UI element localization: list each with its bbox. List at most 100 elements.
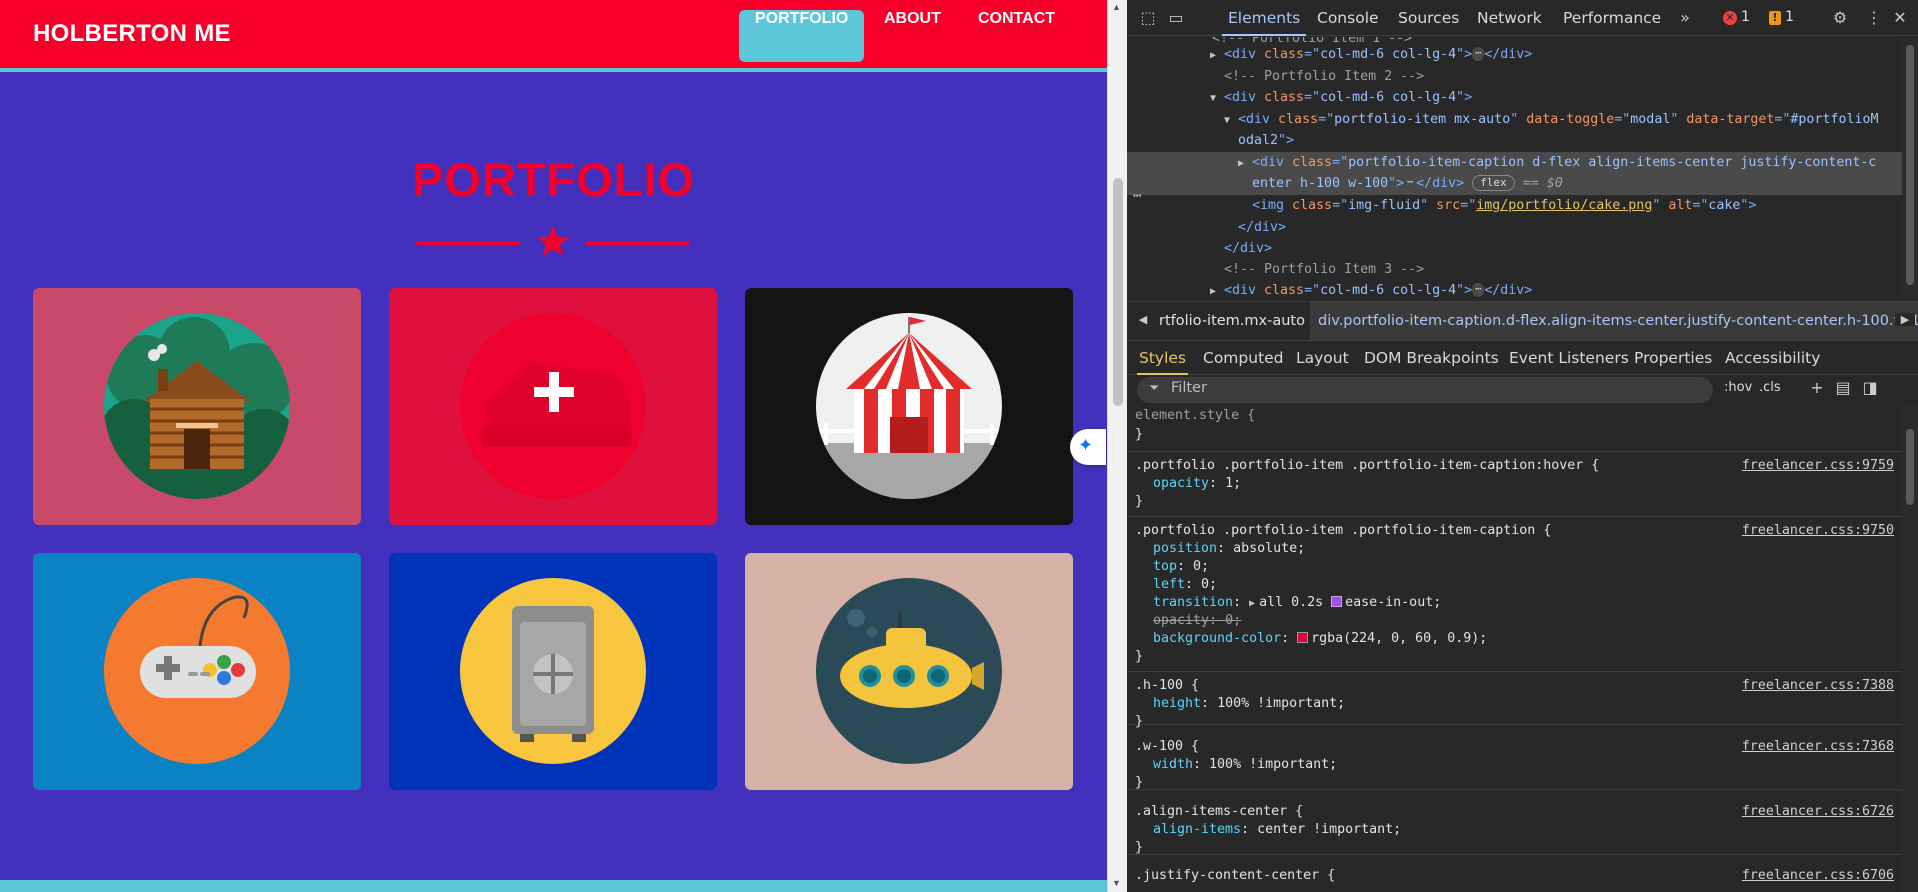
tab-network[interactable]: Network	[1477, 0, 1542, 36]
close-icon[interactable]: ✕	[1889, 8, 1911, 28]
warning-count: 1	[1785, 9, 1794, 25]
ai-assistant-bubble[interactable]: ✦	[1070, 429, 1106, 465]
style-rule-align-items: .align-items-center { freelancer.css:672…	[1127, 803, 1902, 855]
portfolio-item-circus[interactable]	[745, 288, 1073, 525]
paint-brush-icon[interactable]: ▤	[1832, 378, 1854, 400]
easing-swatch[interactable]	[1331, 595, 1343, 607]
more-tabs-icon[interactable]: »	[1674, 8, 1696, 28]
style-rule-caption: .portfolio .portfolio-item .portfolio-it…	[1127, 518, 1902, 672]
inspect-element-icon[interactable]: ⬚	[1137, 8, 1159, 28]
dom-line-selected-wrap[interactable]: enter h-100 w-100"> ⋯ </div> flex == $0	[1127, 173, 1902, 195]
footer-strip	[0, 880, 1107, 892]
rule-source-link[interactable]: freelancer.css:7368	[1742, 738, 1894, 756]
filter-icon: ⏷	[1149, 381, 1160, 396]
rule-selector[interactable]: .w-100 {	[1135, 739, 1199, 754]
safe-image	[460, 578, 646, 764]
portfolio-item-game[interactable]	[33, 553, 361, 790]
dom-line[interactable]: <img class="img-fluid" src="img/portfoli…	[1127, 195, 1902, 217]
flex-badge[interactable]: flex	[1472, 175, 1515, 191]
portfolio-item-submarine[interactable]	[745, 553, 1073, 790]
warning-badge[interactable]: ! 1	[1769, 9, 1794, 25]
portfolio-item-safe[interactable]	[389, 553, 717, 790]
error-badge[interactable]: ✕ 1	[1723, 9, 1750, 25]
breadcrumb-left-icon[interactable]: ◀	[1133, 313, 1153, 326]
device-toolbar-icon[interactable]: ▭	[1165, 8, 1187, 28]
rule-selector[interactable]: element.style {	[1135, 408, 1255, 423]
dom-line[interactable]: <!-- Portfolio Item 3 -->	[1127, 259, 1902, 281]
circus-image	[816, 313, 1002, 499]
tab-performance[interactable]: Performance	[1563, 0, 1661, 36]
breadcrumb-item[interactable]: rtfolio-item.mx-auto	[1159, 313, 1305, 329]
rule-source-link[interactable]: freelancer.css:7388	[1742, 677, 1894, 695]
tab-styles[interactable]: Styles	[1136, 341, 1189, 375]
tab-console[interactable]: Console	[1317, 0, 1379, 36]
dom-line[interactable]: </div>	[1127, 238, 1902, 260]
portfolio-item-cake[interactable]	[389, 288, 717, 525]
page-scroll-thumb[interactable]	[1113, 178, 1123, 406]
dom-line-selected[interactable]: ▶ <div class="portfolio-item-caption d-fl…	[1127, 152, 1902, 174]
tab-layout[interactable]: Layout	[1296, 341, 1349, 375]
section-title: PORTFOLIO	[411, 153, 696, 206]
web-page: HOLBERTON ME PORTFOLIO ABOUT CONTACT POR…	[0, 0, 1107, 892]
style-rule-hover: .portfolio .portfolio-item .portfolio-it…	[1127, 453, 1902, 517]
scroll-up-icon[interactable]: ▲	[1112, 2, 1121, 12]
cake-image	[460, 313, 646, 499]
brand-logo[interactable]: HOLBERTON ME	[33, 20, 231, 48]
filter-placeholder: Filter	[1171, 380, 1207, 396]
breadcrumb-item-selected[interactable]: div.portfolio-item-caption.d-flex.align-…	[1310, 302, 1918, 340]
breadcrumb-right-icon[interactable]: ▶	[1895, 313, 1915, 326]
gear-icon[interactable]: ⚙	[1829, 8, 1851, 28]
style-rule-element: element.style { }	[1127, 405, 1902, 452]
error-count: 1	[1741, 9, 1750, 25]
style-rule-h100: .h-100 { freelancer.css:7388 height: 100…	[1127, 673, 1902, 729]
scroll-down-icon[interactable]: ▼	[1112, 878, 1121, 888]
rule-selector[interactable]: .h-100 {	[1135, 678, 1199, 693]
rule-source-link[interactable]: freelancer.css:9759	[1742, 457, 1894, 475]
dom-line[interactable]: ▼ <div class="portfolio-item mx-auto" dat…	[1127, 109, 1902, 131]
styles-tabs: Styles Computed Layout DOM Breakpoints E…	[1127, 341, 1918, 375]
nav-about[interactable]: ABOUT	[868, 10, 957, 62]
dom-line[interactable]: ▼ <div class="col-md-6 col-lg-4">	[1127, 87, 1902, 109]
hov-toggle[interactable]: :hov	[1724, 380, 1752, 395]
dom-line[interactable]: ▶ <div class="col-md-6 col-lg-4"> ⋯ </div>	[1127, 44, 1902, 66]
tab-dom-breakpoints[interactable]: DOM Breakpoints	[1364, 341, 1499, 375]
star-icon	[537, 226, 569, 256]
page-scrollbar[interactable]: ▲ ▼	[1107, 0, 1127, 892]
warning-icon: !	[1769, 11, 1781, 25]
tab-event-listeners[interactable]: Event Listeners	[1509, 341, 1629, 375]
portfolio-item-cabin[interactable]	[33, 288, 361, 525]
tab-accessibility[interactable]: Accessibility	[1725, 341, 1820, 375]
devtools-panel: ⬚ ▭ Elements Console Sources Network Per…	[1127, 0, 1918, 892]
color-swatch[interactable]	[1297, 631, 1309, 643]
dom-line[interactable]: </div>	[1127, 217, 1902, 239]
rule-selector[interactable]: .justify-content-center {	[1135, 868, 1335, 883]
dom-line[interactable]: ▶ <div class="col-md-6 col-lg-4"> ⋯ </div>	[1127, 280, 1902, 301]
rule-source-link[interactable]: freelancer.css:6706	[1742, 867, 1894, 885]
styles-pane: element.style { } .portfolio .portfolio-…	[1127, 405, 1902, 892]
rule-selector[interactable]: .portfolio .portfolio-item .portfolio-it…	[1135, 458, 1599, 473]
cls-toggle[interactable]: .cls	[1759, 380, 1781, 395]
node-actions-icon[interactable]: ⋯	[1133, 188, 1141, 204]
dom-scrollbar[interactable]	[1902, 37, 1918, 301]
rule-selector[interactable]: .portfolio .portfolio-item .portfolio-it…	[1135, 523, 1551, 538]
styles-scrollbar[interactable]	[1902, 405, 1918, 892]
rule-source-link[interactable]: freelancer.css:9750	[1742, 522, 1894, 540]
kebab-menu-icon[interactable]: ⋮	[1863, 8, 1885, 28]
toggle-sidebar-icon[interactable]: ◨	[1859, 378, 1881, 400]
tab-elements[interactable]: Elements	[1221, 0, 1307, 36]
nav-contact[interactable]: CONTACT	[962, 10, 1071, 62]
tab-sources[interactable]: Sources	[1398, 0, 1459, 36]
nav-portfolio[interactable]: PORTFOLIO	[739, 10, 865, 62]
sparkle-icon: ✦	[1078, 435, 1094, 455]
dom-line: odal2">	[1238, 133, 1295, 148]
rule-source-link[interactable]: freelancer.css:6726	[1742, 803, 1894, 821]
filter-input[interactable]: ⏷ Filter	[1137, 377, 1713, 403]
divider-line-right	[586, 241, 690, 245]
tab-properties[interactable]: Properties	[1634, 341, 1712, 375]
new-rule-icon[interactable]: +	[1806, 378, 1828, 400]
dom-line[interactable]: <!-- Portfolio Item 2 -->	[1127, 66, 1902, 88]
devtools-toolbar: ⬚ ▭ Elements Console Sources Network Per…	[1127, 0, 1918, 36]
rule-selector[interactable]: .align-items-center {	[1135, 804, 1303, 819]
tab-computed[interactable]: Computed	[1203, 341, 1284, 375]
cabin-image	[104, 313, 290, 499]
